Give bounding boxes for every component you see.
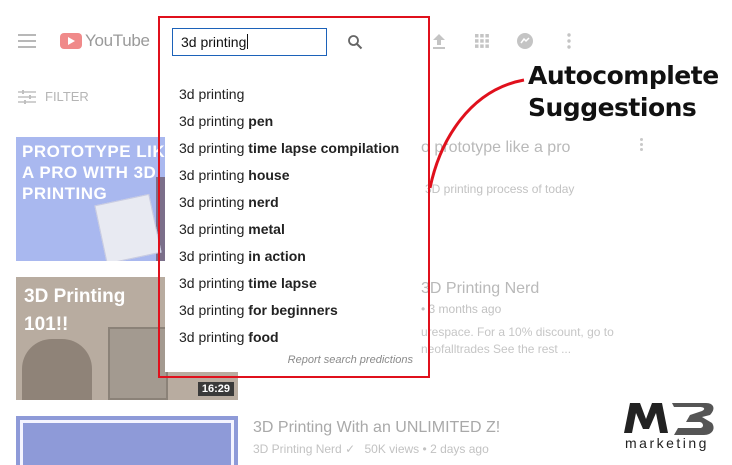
suggestion-completion: nerd [248,194,279,210]
video-duration: 16:29 [197,382,234,396]
suggestion-base: 3d printing [179,113,245,129]
thumbnail-person [22,339,92,400]
suggestion-item[interactable]: 3d printing in action [165,243,421,270]
brand-name: marketing [625,435,709,451]
suggestion-item[interactable]: 3d printing [165,81,421,108]
annotation-line: Autocomplete [528,61,719,90]
suggestion-item[interactable]: 3d printing nerd [165,189,421,216]
suggestion-item[interactable]: 3d printing house [165,162,421,189]
filter-button[interactable]: FILTER [18,89,89,104]
video-thumbnail[interactable] [16,416,238,465]
suggestion-item[interactable]: 3d printing pen [165,108,421,135]
video-channel-title[interactable]: 3D Printing Nerd [421,280,539,298]
apps-grid-icon[interactable] [473,32,491,50]
search-input[interactable]: 3d printing [172,28,327,56]
suggestion-base: 3d printing [179,275,245,291]
report-search-predictions-link[interactable]: Report search predictions [288,354,413,366]
annotation-label: Autocomplete Suggestions [528,60,719,124]
suggestion-completion: for beginners [248,302,338,318]
suggestion-completion: in action [248,248,306,264]
suggestion-item[interactable]: 3d printing metal [165,216,421,243]
suggestion-base: 3d printing [179,140,245,156]
search-input-value: 3d printing [181,34,247,50]
thumbnail-caption: 3D Printing 101!! [24,286,126,335]
thumbnail-frame [20,420,234,465]
suggestion-base: 3d printing [179,221,245,237]
annotation-arrow [428,78,525,189]
suggestion-item[interactable]: 3d printing for beginners [165,297,421,324]
video-age: 2 days ago [430,442,489,456]
suggestion-completion: food [248,329,279,345]
youtube-play-icon [60,33,82,49]
suggestion-completion: time lapse compilation [248,140,400,156]
filter-label: FILTER [45,89,89,104]
thumbnail-caption: PROTOTYPE LIKE A PRO WITH 3D PRINTING [22,142,177,203]
text-caret [247,34,249,49]
tune-icon [18,89,36,104]
youtube-logo[interactable]: YouTube [60,31,150,51]
suggestion-base: 3d printing [179,194,245,210]
search-icon[interactable] [347,34,363,50]
upload-icon[interactable] [430,32,448,50]
suggestion-base: 3d printing [179,167,245,183]
messages-icon[interactable] [516,32,534,50]
video-title[interactable]: 3D Printing With an UNLIMITED Z! [253,419,500,437]
youtube-wordmark: YouTube [85,31,150,50]
suggestion-item[interactable]: 3d printing time lapse compilation [165,135,421,162]
video-description-line: urespace. For a 10% discount, go to [421,325,614,339]
suggestion-base: 3d printing [179,248,245,264]
suggestion-item[interactable]: 3d printing food [165,324,421,351]
verified-icon: ✓ [345,442,356,456]
annotation-line: Suggestions [528,93,697,122]
suggestion-item[interactable]: 3d printing time lapse [165,270,421,297]
suggestion-completion: metal [248,221,285,237]
video-views: 50K views [364,442,420,456]
meta-separator: • [422,442,431,456]
video-meta: 3D Printing Nerd ✓ 50K views • 2 days ag… [253,442,489,456]
more-vertical-icon[interactable] [560,32,578,50]
suggestion-completion: time lapse [248,275,317,291]
hamburger-menu-icon[interactable] [18,34,36,48]
suggestion-completion: pen [248,113,274,129]
suggestion-completion: house [248,167,290,183]
suggestion-base: 3d printing [179,329,245,345]
suggestion-base: 3d printing [179,302,245,318]
video-channel[interactable]: 3D Printing Nerd [253,442,342,456]
video-more-icon[interactable] [640,138,644,152]
video-meta: • 3 months ago [421,302,502,316]
video-description-line: neofalltrades See the rest ... [421,342,572,356]
suggestion-base: 3d printing [179,86,245,102]
autocomplete-dropdown: 3d printing 3d printing pen 3d printing … [165,76,421,372]
